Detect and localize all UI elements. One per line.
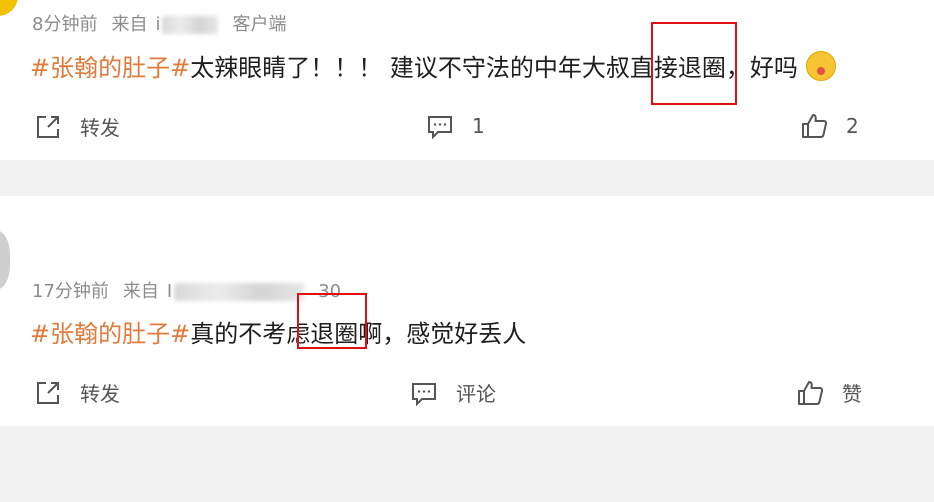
hashtag-link[interactable]: #张翰的肚子# [30, 54, 190, 82]
post-time: 17分钟前 [32, 281, 109, 302]
comment-button[interactable]: 1 [426, 112, 485, 140]
repost-button[interactable]: 转发 [34, 378, 120, 407]
face-savoring-food-emoji [805, 51, 836, 81]
post-text-before: 真的不考虑 [190, 320, 311, 348]
comment-bubble-icon [412, 382, 436, 406]
comment-button[interactable]: 评论 [410, 378, 496, 407]
thumbs-up-icon [802, 114, 828, 138]
repost-label: 转发 [80, 116, 120, 140]
comment-count: 1 [472, 114, 485, 138]
post-meta: 8分钟前 来自 i 客户端 [32, 10, 286, 36]
like-button[interactable]: 2 [800, 112, 859, 140]
card-separator [0, 160, 934, 196]
share-arrow-icon [37, 115, 59, 138]
post-text: #张翰的肚子#真的不考虑退圈啊，感觉好丢人 [30, 314, 526, 349]
like-label: 赞 [842, 382, 862, 406]
like-button[interactable]: 赞 [796, 378, 862, 407]
comment-label: 评论 [456, 382, 496, 406]
highlight-box [651, 22, 737, 105]
repost-label: 转发 [80, 382, 120, 406]
like-count: 2 [846, 114, 859, 138]
thumbs-up-icon [798, 380, 824, 405]
comment-bubble-icon [428, 116, 452, 140]
post-time: 8分钟前 [32, 14, 98, 35]
redacted-source [174, 283, 305, 301]
repost-button[interactable]: 转发 [34, 112, 120, 141]
post-meta: 17分钟前 来自 I 30 [32, 277, 341, 303]
post-text-after: 啊，感觉好丢人 [358, 320, 527, 348]
redacted-source [162, 16, 219, 34]
card-separator [0, 426, 934, 502]
hashtag-link[interactable]: #张翰的肚子# [30, 320, 190, 348]
post-source: 来自 i 客户端 [111, 14, 287, 35]
post-text-before: 太辣眼睛了！！！ 建议不守法的中年大叔直接 [190, 54, 678, 82]
highlight-box [297, 293, 367, 349]
share-arrow-icon [37, 381, 59, 404]
